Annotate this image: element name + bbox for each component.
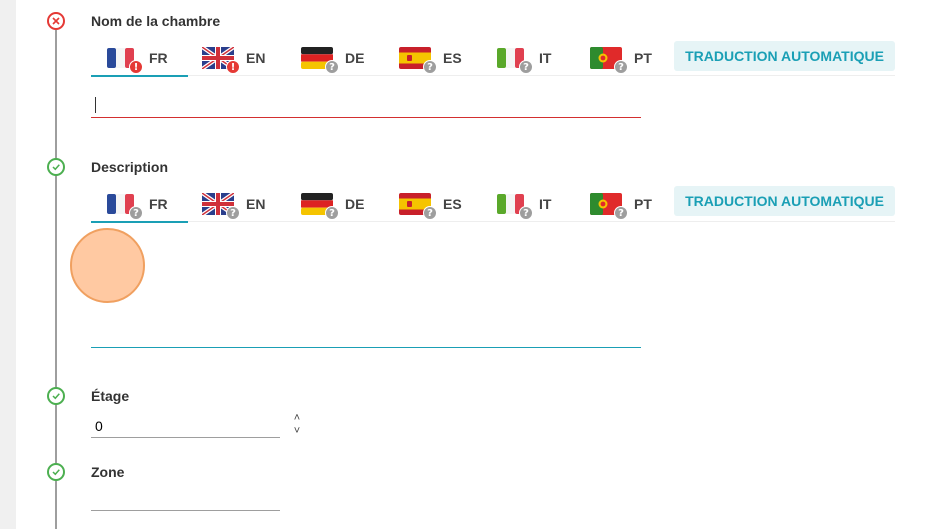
tab-label: IT: [539, 196, 552, 212]
left-panel-edge: [0, 0, 16, 529]
tab-it[interactable]: ? IT: [495, 40, 551, 76]
tab-pt[interactable]: ? PT: [590, 186, 652, 222]
description-textarea[interactable]: [91, 230, 641, 348]
timeline-line: [55, 30, 57, 529]
room-name-input[interactable]: [91, 94, 641, 118]
zone-input[interactable]: [91, 487, 280, 511]
tab-es[interactable]: ? ES: [399, 186, 462, 222]
tab-label: DE: [345, 50, 365, 66]
tab-es[interactable]: ? ES: [399, 40, 462, 76]
tab-it[interactable]: ? IT: [495, 186, 551, 222]
field-label-zone: Zone: [91, 464, 125, 480]
tab-de[interactable]: ? DE: [301, 40, 364, 76]
unknown-badge-icon: ?: [519, 60, 533, 74]
warning-badge-icon: !: [226, 60, 240, 74]
it-flag-icon: ?: [495, 47, 533, 74]
unknown-badge-icon: ?: [325, 206, 339, 220]
fr-flag-icon: !: [105, 47, 143, 74]
auto-translate-button[interactable]: TRADUCTION AUTOMATIQUE: [674, 186, 895, 216]
uk-flag-icon: !: [202, 47, 240, 74]
pt-flag-icon: ?: [590, 193, 628, 220]
floor-number-input[interactable]: [91, 414, 280, 438]
tab-label: IT: [539, 50, 552, 66]
tab-de[interactable]: ? DE: [301, 186, 364, 222]
error-status-icon: [47, 12, 65, 30]
tab-pt[interactable]: ? PT: [590, 40, 652, 76]
it-flag-icon: ?: [495, 193, 533, 220]
valid-status-icon: [47, 463, 65, 481]
tab-en[interactable]: ? EN: [202, 186, 265, 222]
es-flag-icon: ?: [399, 193, 437, 220]
tab-label: DE: [345, 196, 365, 212]
unknown-badge-icon: ?: [423, 206, 437, 220]
tab-label: ES: [443, 196, 462, 212]
tab-label: EN: [246, 50, 266, 66]
field-label-room-name: Nom de la chambre: [91, 13, 221, 29]
tab-label: PT: [634, 50, 652, 66]
de-flag-icon: ?: [301, 193, 339, 220]
unknown-badge-icon: ?: [129, 206, 143, 220]
field-label-description: Description: [91, 159, 169, 175]
unknown-badge-icon: ?: [519, 206, 533, 220]
pt-flag-icon: ?: [590, 47, 628, 74]
warning-badge-icon: !: [129, 60, 143, 74]
unknown-badge-icon: ?: [614, 60, 628, 74]
tab-fr[interactable]: ! FR: [91, 40, 188, 77]
uk-flag-icon: ?: [202, 193, 240, 220]
text-cursor: [95, 97, 96, 113]
es-flag-icon: ?: [399, 47, 437, 74]
unknown-badge-icon: ?: [423, 60, 437, 74]
unknown-badge-icon: ?: [226, 206, 240, 220]
unknown-badge-icon: ?: [614, 206, 628, 220]
de-flag-icon: ?: [301, 47, 339, 74]
field-label-floor: Étage: [91, 388, 130, 404]
unknown-badge-icon: ?: [325, 60, 339, 74]
touch-indicator: [70, 228, 145, 303]
tab-label: FR: [149, 50, 168, 66]
spinner-up-icon[interactable]: ˄: [290, 412, 304, 425]
valid-status-icon: [47, 387, 65, 405]
tab-label: ES: [443, 50, 462, 66]
tab-label: EN: [246, 196, 266, 212]
tab-fr[interactable]: ? FR: [91, 186, 188, 223]
fr-flag-icon: ?: [105, 193, 143, 220]
tab-label: FR: [149, 196, 168, 212]
spinner-down-icon[interactable]: ˅: [290, 425, 304, 438]
valid-status-icon: [47, 158, 65, 176]
tab-en[interactable]: ! EN: [202, 40, 265, 76]
auto-translate-button[interactable]: TRADUCTION AUTOMATIQUE: [674, 41, 895, 71]
tab-label: PT: [634, 196, 652, 212]
number-spinner: ˄ ˅: [290, 412, 304, 438]
